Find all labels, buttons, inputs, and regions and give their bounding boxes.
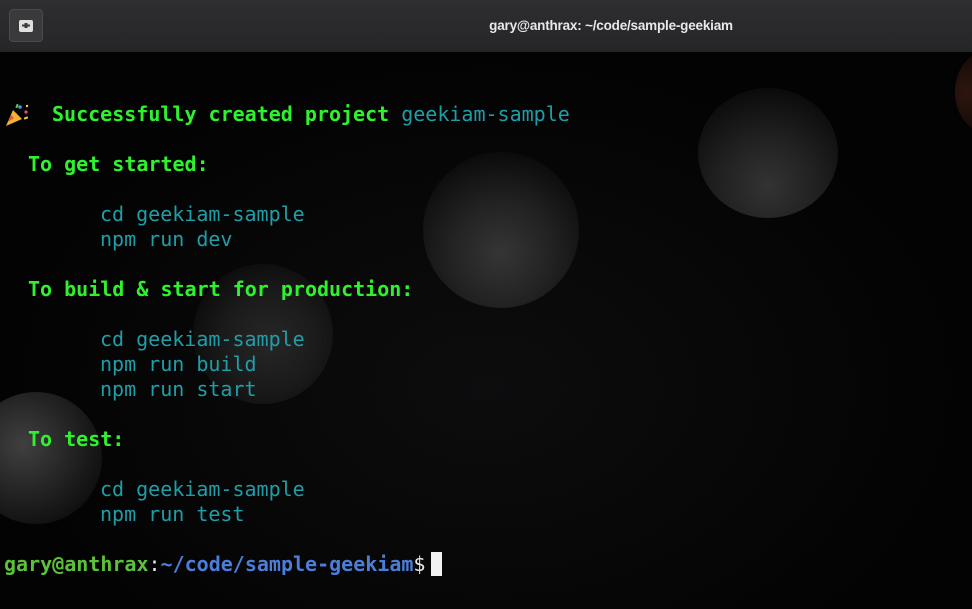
section-heading: To build & start for production: — [28, 277, 414, 301]
success-message: Successfully created project — [52, 102, 390, 126]
terminal-window: gary@anthrax: ~/code/sample-geekiam Succ… — [0, 0, 972, 609]
success-line: Successfully created project geekiam-sam… — [52, 102, 570, 127]
terminal-area[interactable]: Successfully created project geekiam-sam… — [0, 52, 972, 609]
prompt-symbol: $ — [413, 552, 426, 576]
command-line: cd geekiam-sample — [100, 202, 305, 226]
prompt-user-host: gary@anthrax — [4, 552, 149, 576]
window-title: gary@anthrax: ~/code/sample-geekiam — [489, 18, 733, 33]
command-line: npm run dev — [100, 227, 233, 251]
project-name: geekiam-sample — [401, 102, 570, 126]
command-line: cd geekiam-sample — [100, 477, 305, 501]
command-line: npm run build — [100, 352, 257, 376]
command-line: cd geekiam-sample — [100, 327, 305, 351]
section-heading: To test: — [28, 427, 125, 451]
command-line: npm run start — [100, 377, 257, 401]
text-cursor — [431, 552, 443, 576]
section-heading: To get started: — [28, 152, 209, 176]
prompt-path: ~/code/sample-geekiam — [160, 552, 414, 576]
command-line: npm run test — [100, 502, 245, 526]
terminal-output: Successfully created project geekiam-sam… — [0, 52, 972, 609]
prompt-colon: : — [148, 552, 161, 576]
title-bar: gary@anthrax: ~/code/sample-geekiam — [0, 0, 972, 53]
party-popper-icon — [6, 103, 29, 126]
shell-prompt[interactable]: gary@anthrax:~/code/sample-geekiam$ — [4, 552, 443, 577]
